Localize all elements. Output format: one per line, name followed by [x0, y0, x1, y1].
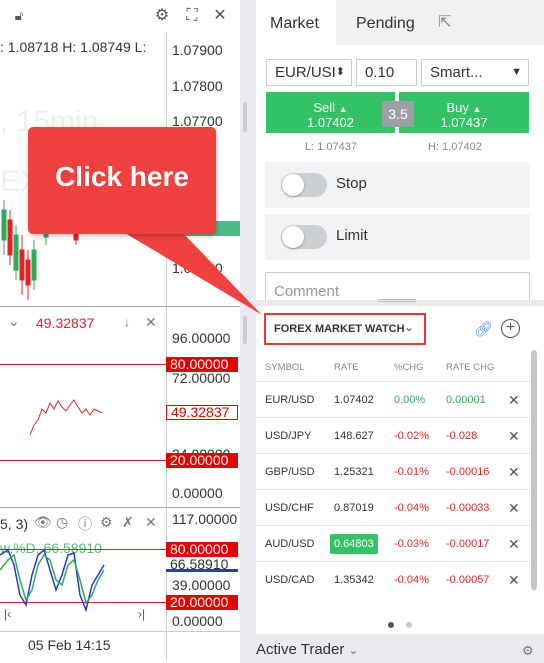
callout-pointer	[120, 230, 262, 315]
callout-text: Click here	[55, 161, 189, 192]
callout-bubble: Click here	[28, 127, 216, 234]
